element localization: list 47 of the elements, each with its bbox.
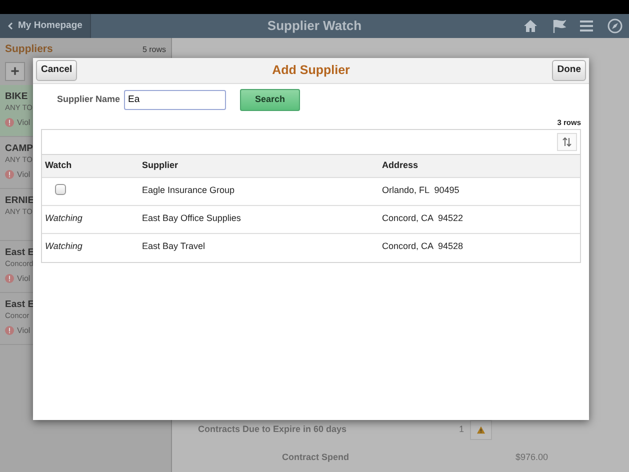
summary-label: Contracts Due to Expire in 60 days [198,423,348,436]
alert-icon [5,170,14,180]
done-button[interactable]: Done [552,60,586,81]
watch-checkbox[interactable] [55,184,66,195]
page-title: Supplier Watch [267,17,362,36]
supplier-name: CAMP [5,142,33,154]
summary-value: 1 [458,423,465,436]
alert-text: Viol [17,116,30,129]
flag-icon[interactable] [552,19,566,33]
field-label: Supplier Name [57,93,120,106]
back-button[interactable]: My Homepage [0,14,92,38]
column-header: Supplier [142,159,180,172]
add-button[interactable]: + [5,62,25,81]
alert-text: Viol [17,272,30,285]
sort-button[interactable] [557,132,577,151]
cancel-button[interactable]: Cancel [36,60,78,81]
dialog-title: Add Supplier [272,62,350,80]
supplier-name: BIKE [5,90,28,102]
column-header: Watch [44,159,73,172]
alert-icon [5,326,14,336]
compass-icon[interactable] [607,18,623,34]
supplier-name: ERNIE [5,194,34,206]
chevron-left-icon [8,22,13,30]
home-icon[interactable] [523,19,538,33]
summary-value: $976.00 [514,451,549,464]
sort-icon [562,136,572,147]
table-cell: Orlando, FL 90495 [382,184,460,195]
watch-status: Watching [45,212,82,223]
warning-button[interactable] [470,420,492,440]
table-cell: Concord, CA 94528 [382,240,464,251]
watch-status: Watching [45,240,82,251]
supplier-name-field[interactable]: Ea [124,90,226,110]
search-button[interactable]: Search [240,89,300,110]
alert-icon [5,118,14,128]
column-header: Address [382,159,420,172]
alert-text: Viol [17,168,30,181]
table-cell: Concord, CA 94522 [382,212,464,223]
row-count: 5 rows [142,44,166,56]
alert-text: Viol [17,324,30,337]
table-cell: East Bay Travel [142,240,206,251]
warning-icon [477,425,485,435]
sidebar-title: Suppliers [5,42,53,57]
table-cell: Eagle Insurance Group [142,184,235,195]
menu-icon[interactable] [580,20,593,32]
summary-label: Contract Spend [282,451,350,464]
table-cell: East Bay Office Supplies [142,212,241,223]
alert-icon [5,274,14,284]
